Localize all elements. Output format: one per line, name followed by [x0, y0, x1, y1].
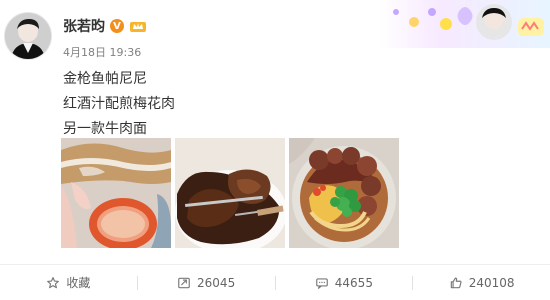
repost-button[interactable]: 26045	[138, 276, 275, 290]
card-decoration	[380, 0, 550, 48]
post-action-bar: 收藏 26045 44655 240108	[0, 264, 550, 300]
post-photo-2[interactable]	[175, 138, 285, 248]
post-photo-3[interactable]	[289, 138, 399, 248]
star-icon	[47, 276, 60, 288]
avatar[interactable]	[4, 12, 52, 60]
comment-button[interactable]: 44655	[276, 276, 413, 290]
post-line-2: 红酒汁配煎梅花肉	[63, 96, 175, 112]
share-icon	[178, 277, 190, 288]
name-row: 张若昀 V	[63, 16, 147, 36]
like-count: 240108	[468, 275, 515, 290]
repost-count: 26045	[197, 275, 236, 290]
post-line-3: 另一款牛肉面	[63, 121, 147, 137]
post-timestamp[interactable]: 4月18日 19:36	[63, 44, 141, 60]
favorite-label: 收藏	[66, 276, 91, 290]
like-button[interactable]: 240108	[413, 276, 550, 290]
post-photo-1[interactable]	[61, 138, 171, 248]
thumbs-up-icon	[450, 276, 462, 288]
username[interactable]: 张若昀	[63, 16, 105, 36]
verified-badge: V	[110, 19, 124, 33]
post-line-1: 金枪鱼帕尼尼	[63, 71, 147, 87]
weibo-post: 张若昀 V 4月18日 19:36 金枪鱼帕尼尼 红酒汁配煎梅花肉 另一款牛肉面…	[0, 0, 550, 300]
favorite-button[interactable]: 收藏	[0, 274, 137, 291]
comment-icon	[315, 277, 328, 289]
comment-count: 44655	[334, 275, 373, 290]
crown-icon	[130, 22, 146, 32]
